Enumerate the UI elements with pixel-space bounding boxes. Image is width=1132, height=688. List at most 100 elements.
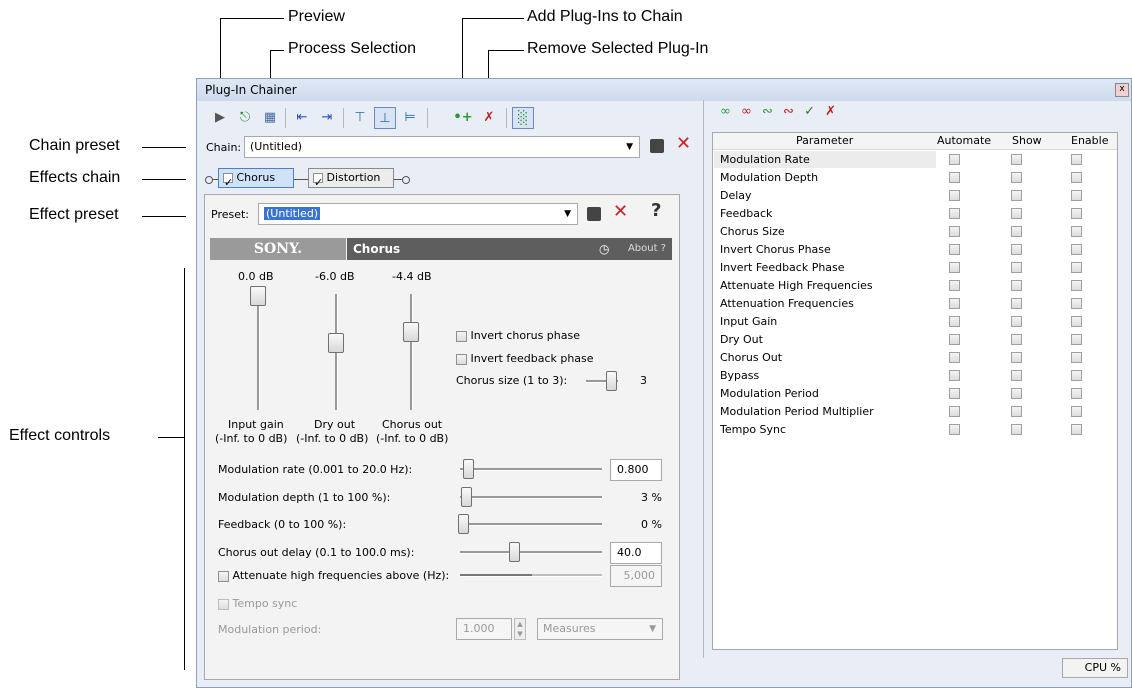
envelope-icon[interactable]: ⊥	[374, 107, 396, 129]
show-checkbox[interactable]	[1011, 190, 1022, 201]
save-preset-icon[interactable]	[587, 207, 601, 221]
header-show[interactable]: Show	[1012, 134, 1042, 147]
mod-depth-slider[interactable]	[461, 487, 472, 507]
table-row[interactable]: Modulation Period Multiplier	[720, 405, 874, 418]
automate-checkbox[interactable]	[949, 208, 960, 219]
table-row[interactable]: Attenuation Frequencies	[720, 297, 854, 310]
enable-checkbox[interactable]	[1071, 262, 1082, 273]
automate-checkbox[interactable]	[949, 226, 960, 237]
preview-play-icon[interactable]: ▶	[209, 107, 231, 129]
chorus-size-slider[interactable]	[606, 371, 617, 391]
attenuate-value[interactable]: 5,000	[610, 565, 662, 587]
enable-checkbox[interactable]	[1071, 154, 1082, 165]
mod-period-value[interactable]: 1.000	[456, 618, 512, 640]
show-checkbox[interactable]	[1011, 226, 1022, 237]
effect-preset-combo[interactable]: (Untitled) ▼	[258, 203, 578, 225]
automate-checkbox[interactable]	[949, 352, 960, 363]
automate-checkbox[interactable]	[949, 244, 960, 255]
close-icon[interactable]: x	[1115, 83, 1129, 97]
dry-out-fader[interactable]	[328, 333, 344, 353]
table-row[interactable]: Dry Out	[720, 333, 763, 346]
enable-checkbox[interactable]	[1071, 298, 1082, 309]
tempo-sync-checkbox[interactable]	[218, 598, 229, 610]
about-link[interactable]: About ?	[628, 238, 666, 260]
show-checkbox[interactable]	[1011, 262, 1022, 273]
invert-feedback-checkbox[interactable]	[456, 353, 467, 365]
input-gain-fader[interactable]	[250, 286, 266, 306]
enable-checkbox[interactable]	[1071, 208, 1082, 219]
automate-checkbox[interactable]	[949, 316, 960, 327]
delete-chain-icon[interactable]: ✕	[676, 133, 691, 154]
distortion-enable-checkbox[interactable]: ✓	[313, 173, 323, 189]
enable-checkbox[interactable]	[1071, 334, 1082, 345]
hide-icon[interactable]: ∾	[783, 104, 794, 119]
show-checkbox[interactable]	[1011, 244, 1022, 255]
invert-feedback-phase[interactable]: Invert feedback phase	[456, 352, 594, 365]
table-row[interactable]: Chorus Out	[720, 351, 782, 364]
automate-checkbox[interactable]	[949, 370, 960, 381]
enable-checkbox[interactable]	[1071, 172, 1082, 183]
table-row[interactable]: Feedback	[720, 207, 772, 220]
automate-checkbox[interactable]	[949, 172, 960, 183]
save-chain-icon[interactable]	[650, 139, 664, 153]
enable-checkbox[interactable]	[1071, 388, 1082, 399]
automate-checkbox[interactable]	[949, 262, 960, 273]
delete-preset-icon[interactable]: ✕	[613, 201, 628, 222]
header-parameter[interactable]: Parameter	[796, 134, 853, 147]
mod-rate-slider[interactable]	[463, 459, 474, 479]
link-icon[interactable]: ∞	[720, 104, 731, 119]
enable-checkbox[interactable]	[1071, 226, 1082, 237]
show-checkbox[interactable]	[1011, 172, 1022, 183]
automate-checkbox[interactable]	[949, 280, 960, 291]
enable-checkbox[interactable]	[1071, 316, 1082, 327]
attenuate-checkbox[interactable]	[218, 570, 229, 582]
show-checkbox[interactable]	[1011, 388, 1022, 399]
table-row[interactable]: Modulation Rate	[720, 153, 810, 166]
show-icon[interactable]: ∾	[762, 104, 773, 119]
chorus-delay-slider[interactable]	[509, 542, 520, 562]
invert-chorus-phase[interactable]: Invert chorus phase	[456, 329, 580, 342]
help-button[interactable]: ?	[651, 200, 661, 221]
show-checkbox[interactable]	[1011, 352, 1022, 363]
show-checkbox[interactable]	[1011, 316, 1022, 327]
enable-checkbox[interactable]	[1071, 406, 1082, 417]
header-enable[interactable]: Enable	[1071, 134, 1108, 147]
enable-checkbox[interactable]	[1071, 424, 1082, 435]
enable-checkbox[interactable]	[1071, 352, 1082, 363]
table-row[interactable]: Tempo Sync	[720, 423, 786, 436]
process-selection-icon[interactable]: ⎋	[234, 107, 256, 129]
table-row[interactable]: Invert Chorus Phase	[720, 243, 831, 256]
enable-checkbox[interactable]	[1071, 370, 1082, 381]
show-checkbox[interactable]	[1011, 334, 1022, 345]
mod-period-spinner-icon[interactable]: ▲ ▼	[514, 618, 526, 640]
chorus-out-fader[interactable]	[403, 322, 419, 342]
tail-icon[interactable]: ⊨	[399, 107, 421, 129]
enable-icon[interactable]: ✓	[804, 104, 815, 119]
chain-plugin-chorus[interactable]: ✓ Chorus	[218, 168, 294, 189]
table-row[interactable]: Modulation Depth	[720, 171, 818, 184]
table-row[interactable]: Chorus Size	[720, 225, 785, 238]
table-row[interactable]: Input Gain	[720, 315, 777, 328]
automate-checkbox[interactable]	[949, 388, 960, 399]
show-checkbox[interactable]	[1011, 406, 1022, 417]
clock-icon[interactable]: ◷	[599, 238, 609, 260]
enable-checkbox[interactable]	[1071, 244, 1082, 255]
mod-period-unit-combo[interactable]: Measures ▼	[537, 618, 663, 640]
bypass-icon[interactable]: ⊤	[349, 107, 371, 129]
unlink-icon[interactable]: ∞	[741, 104, 752, 119]
tempo-sync-row[interactable]: Tempo sync	[218, 597, 297, 610]
feedback-slider[interactable]	[458, 514, 469, 534]
add-plugins-icon[interactable]: •+	[452, 107, 474, 129]
move-right-icon[interactable]: ⇥	[316, 107, 338, 129]
automate-checkbox[interactable]	[949, 424, 960, 435]
chorus-delay-value[interactable]: 40.0	[610, 542, 662, 564]
automate-checkbox[interactable]	[949, 334, 960, 345]
show-checkbox[interactable]	[1011, 208, 1022, 219]
show-checkbox[interactable]	[1011, 370, 1022, 381]
automate-checkbox[interactable]	[949, 406, 960, 417]
automate-checkbox[interactable]	[949, 154, 960, 165]
table-row[interactable]: Modulation Period	[720, 387, 819, 400]
show-checkbox[interactable]	[1011, 298, 1022, 309]
mixer-icon[interactable]: ░	[512, 107, 534, 129]
table-row[interactable]: Bypass	[720, 369, 759, 382]
